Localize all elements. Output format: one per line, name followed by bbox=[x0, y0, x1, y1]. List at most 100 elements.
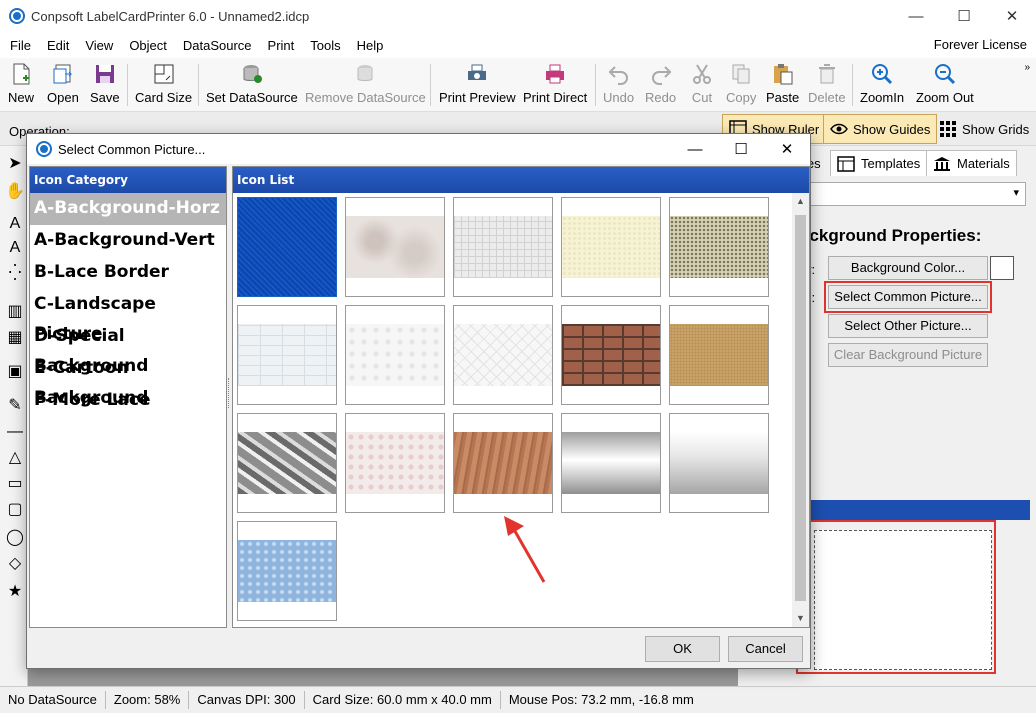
new-button[interactable]: New bbox=[8, 62, 34, 110]
dialog-titlebar: Select Common Picture... — ☐ ✕ bbox=[27, 134, 810, 164]
arc-text-tool-icon[interactable]: ⁛ bbox=[5, 264, 25, 284]
tile-pink-floral-texture[interactable] bbox=[345, 413, 445, 513]
tile-olive-speckle-texture[interactable] bbox=[669, 197, 769, 297]
hand-tool-icon[interactable]: ✋ bbox=[5, 182, 25, 202]
status-mouse-pos: Mouse Pos: 73.2 mm, -16.8 mm bbox=[508, 692, 694, 707]
tile-blue-water-drops[interactable] bbox=[237, 521, 337, 621]
texture-image bbox=[238, 324, 336, 386]
diamond-tool-icon[interactable]: ◇ bbox=[5, 554, 25, 574]
tile-silver-gradient[interactable] bbox=[561, 413, 661, 513]
menu-tools[interactable]: Tools bbox=[304, 38, 346, 53]
tile-wood-grain-texture[interactable] bbox=[453, 413, 553, 513]
category-item[interactable]: A-Background-Horz bbox=[30, 193, 226, 225]
rounded-rect-tool-icon[interactable]: ▢ bbox=[5, 500, 25, 520]
paste-button[interactable]: Paste bbox=[766, 62, 799, 110]
category-item[interactable]: D-Special Background bbox=[30, 321, 226, 376]
background-color-button[interactable]: Background Color... bbox=[828, 256, 988, 280]
multiline-text-tool-icon[interactable]: A bbox=[5, 238, 25, 258]
icon-list-scrollbar[interactable]: ▲ ▼ bbox=[792, 193, 809, 627]
database-remove-icon bbox=[357, 65, 373, 81]
print-preview-button[interactable]: Print Preview bbox=[439, 62, 516, 110]
maximize-button[interactable]: ☐ bbox=[940, 0, 988, 32]
texture-image bbox=[238, 540, 336, 602]
remove-datasource-button[interactable]: Remove DataSource bbox=[305, 62, 426, 110]
open-button[interactable]: Open bbox=[47, 62, 79, 110]
tile-cream-speckle-texture[interactable] bbox=[561, 197, 661, 297]
ellipse-tool-icon[interactable]: ◯ bbox=[5, 528, 25, 548]
status-datasource: No DataSource bbox=[0, 691, 106, 709]
print-direct-button[interactable]: Print Direct bbox=[523, 62, 587, 110]
show-guides-toggle[interactable]: Show Guides bbox=[823, 114, 938, 144]
menu-print[interactable]: Print bbox=[262, 38, 301, 53]
copy-button[interactable]: Copy bbox=[726, 62, 756, 110]
panel-splitter[interactable] bbox=[228, 378, 231, 408]
redo-button[interactable]: Redo bbox=[645, 62, 676, 110]
tile-gray-maze-pattern[interactable] bbox=[453, 197, 553, 297]
zoom-out-button[interactable]: Zoom Out bbox=[916, 62, 974, 110]
scroll-up-icon[interactable]: ▲ bbox=[792, 193, 809, 210]
tile-white-geometric-texture[interactable] bbox=[453, 305, 553, 405]
scroll-thumb[interactable] bbox=[795, 215, 806, 601]
image-tool-icon[interactable]: ▣ bbox=[5, 362, 25, 382]
menu-edit[interactable]: Edit bbox=[41, 38, 75, 53]
text-tool-icon[interactable]: A bbox=[5, 214, 25, 234]
texture-image bbox=[562, 216, 660, 278]
category-item[interactable]: B-Lace Border bbox=[30, 257, 226, 289]
save-button[interactable]: Save bbox=[90, 62, 120, 110]
pen-tool-icon[interactable]: ✎ bbox=[5, 396, 25, 416]
tile-marble-texture[interactable] bbox=[345, 197, 445, 297]
tab-templates[interactable]: Templates bbox=[830, 150, 928, 176]
dialog-close-button[interactable]: ✕ bbox=[764, 134, 810, 164]
tile-white-floral-texture[interactable] bbox=[345, 305, 445, 405]
pointer-tool-icon[interactable]: ➤ bbox=[5, 154, 25, 174]
line-tool-icon[interactable]: — bbox=[5, 422, 25, 442]
set-datasource-button[interactable]: Set DataSource bbox=[206, 62, 298, 110]
cut-button[interactable]: Cut bbox=[690, 62, 714, 110]
tile-silver-fade-gradient[interactable] bbox=[669, 413, 769, 513]
dialog-controls: — ☐ ✕ bbox=[672, 134, 810, 164]
menu-help[interactable]: Help bbox=[351, 38, 390, 53]
category-item[interactable]: A-Background-Vert bbox=[30, 225, 226, 257]
dialog-minimize-button[interactable]: — bbox=[672, 134, 718, 164]
delete-button[interactable]: Delete bbox=[808, 62, 846, 110]
object-selector-dropdown[interactable] bbox=[810, 182, 1026, 206]
toolbar-separator bbox=[127, 64, 128, 106]
rectangle-tool-icon[interactable]: ▭ bbox=[5, 474, 25, 494]
triangle-tool-icon[interactable]: △ bbox=[5, 448, 25, 468]
qrcode-tool-icon[interactable]: ▦ bbox=[5, 328, 25, 348]
zoom-in-button[interactable]: ZoomIn bbox=[860, 62, 904, 110]
minimize-button[interactable]: — bbox=[892, 0, 940, 32]
show-grids-toggle[interactable]: Show Grids bbox=[933, 114, 1035, 144]
category-item[interactable]: F-More Lace bbox=[30, 385, 226, 417]
toolbar-separator bbox=[595, 64, 596, 106]
menu-view[interactable]: View bbox=[79, 38, 119, 53]
tile-white-brick-texture[interactable] bbox=[237, 305, 337, 405]
tile-blue-diagonal-pattern[interactable] bbox=[237, 197, 337, 297]
status-card-size: Card Size: 60.0 mm x 40.0 mm bbox=[305, 691, 501, 709]
menu-object[interactable]: Object bbox=[123, 38, 173, 53]
color-swatch[interactable] bbox=[990, 256, 1014, 280]
texture-image bbox=[670, 216, 768, 278]
print-preview-icon bbox=[468, 64, 487, 80]
category-item[interactable]: E-Cartoon Background bbox=[30, 353, 226, 408]
menu-datasource[interactable]: DataSource bbox=[177, 38, 258, 53]
category-item[interactable]: C-Landscape Picture bbox=[30, 289, 226, 344]
dialog-maximize-button[interactable]: ☐ bbox=[718, 134, 764, 164]
tile-tan-sand-texture[interactable] bbox=[669, 305, 769, 405]
tile-silver-diagonal-streaks[interactable] bbox=[237, 413, 337, 513]
select-other-picture-button[interactable]: Select Other Picture... bbox=[828, 314, 988, 338]
toolbar-overflow-button[interactable]: » bbox=[1024, 62, 1030, 73]
open-folder-icon bbox=[53, 64, 73, 84]
card-size-button[interactable]: Card Size bbox=[135, 62, 192, 110]
ok-button[interactable]: OK bbox=[645, 636, 720, 662]
tab-materials[interactable]: Materials bbox=[926, 150, 1017, 176]
tile-red-brick-wall[interactable] bbox=[561, 305, 661, 405]
cancel-button[interactable]: Cancel bbox=[728, 636, 803, 662]
clear-background-picture-button[interactable]: Clear Background Picture bbox=[828, 343, 988, 367]
barcode-tool-icon[interactable]: ▥ bbox=[5, 302, 25, 322]
star-tool-icon[interactable]: ★ bbox=[5, 582, 25, 602]
close-button[interactable]: ✕ bbox=[988, 0, 1036, 32]
scroll-down-icon[interactable]: ▼ bbox=[792, 610, 809, 627]
undo-button[interactable]: Undo bbox=[603, 62, 634, 110]
menu-file[interactable]: File bbox=[4, 38, 37, 53]
